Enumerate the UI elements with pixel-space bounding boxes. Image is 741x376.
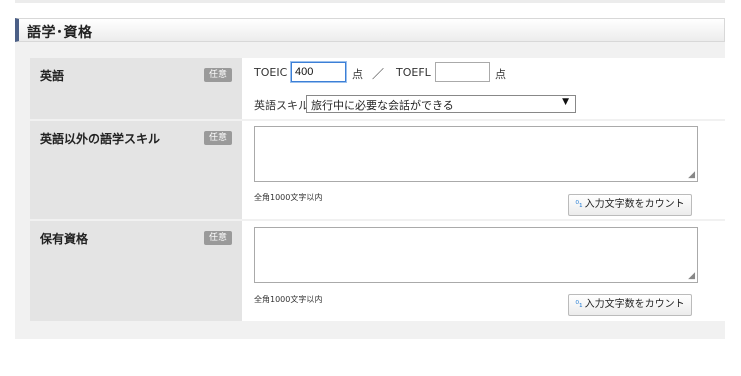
optional-badge: 任意 — [204, 68, 232, 82]
section-title: 語学･資格 — [27, 25, 93, 41]
other-language-textarea[interactable]: ◢ — [254, 126, 698, 182]
optional-badge: 任意 — [204, 131, 232, 145]
other-language-label-cell: 英語以外の語学スキル 任意 — [30, 121, 242, 219]
language-qualifications-section: 語学･資格 英語 任意 TOEIC 点 ／ TOEFL 点 英語スキル 旅行中に… — [15, 18, 725, 339]
char-limit-note: 全角1000文字以内 — [254, 193, 323, 202]
other-language-label: 英語以外の語学スキル — [40, 132, 161, 146]
toefl-score-input[interactable] — [435, 62, 490, 82]
toeic-score-input[interactable] — [291, 62, 346, 82]
qualifications-label-cell: 保有資格 任意 — [30, 221, 242, 321]
toefl-unit: 点 — [495, 68, 506, 81]
toefl-label: TOEFL — [396, 66, 431, 79]
chevron-down-icon: ▼ — [562, 97, 569, 107]
top-divider — [15, 0, 725, 3]
char-limit-note: 全角1000文字以内 — [254, 295, 323, 304]
english-row: 英語 任意 TOEIC 点 ／ TOEFL 点 英語スキル 旅行中に必要な会話が… — [30, 58, 725, 119]
english-skill-selected: 旅行中に必要な会話ができる — [311, 99, 454, 112]
qualifications-label: 保有資格 — [40, 232, 89, 246]
counter-icon: ⁰₁ — [575, 200, 583, 210]
count-characters-button[interactable]: ⁰₁ 入力文字数をカウント — [568, 294, 692, 316]
count-characters-button[interactable]: ⁰₁ 入力文字数をカウント — [568, 194, 692, 216]
section-header: 語学･資格 — [15, 18, 725, 42]
resize-grip-icon[interactable]: ◢ — [688, 170, 695, 180]
english-content: TOEIC 点 ／ TOEFL 点 英語スキル 旅行中に必要な会話ができる ▼ — [242, 58, 725, 119]
resize-grip-icon[interactable]: ◢ — [688, 271, 695, 281]
count-button-label: 入力文字数をカウント — [584, 299, 685, 310]
other-language-row: 英語以外の語学スキル 任意 ◢ 全角1000文字以内 ⁰₁ 入力文字数をカウント — [30, 121, 725, 219]
english-skill-label: 英語スキル — [254, 99, 309, 112]
qualifications-row: 保有資格 任意 ◢ 全角1000文字以内 ⁰₁ 入力文字数をカウント — [30, 221, 725, 321]
qualifications-content: ◢ 全角1000文字以内 ⁰₁ 入力文字数をカウント — [242, 221, 725, 321]
english-skill-select[interactable]: 旅行中に必要な会話ができる ▼ — [306, 95, 576, 113]
counter-icon: ⁰₁ — [575, 300, 583, 310]
toeic-unit: 点 — [352, 68, 363, 81]
other-language-content: ◢ 全角1000文字以内 ⁰₁ 入力文字数をカウント — [242, 121, 725, 219]
optional-badge: 任意 — [204, 231, 232, 245]
english-label-cell: 英語 任意 — [30, 58, 242, 119]
toeic-label: TOEIC — [254, 66, 288, 79]
score-separator: ／ — [372, 67, 385, 81]
count-button-label: 入力文字数をカウント — [584, 199, 685, 210]
qualifications-textarea[interactable]: ◢ — [254, 227, 698, 283]
english-label: 英語 — [40, 69, 65, 83]
